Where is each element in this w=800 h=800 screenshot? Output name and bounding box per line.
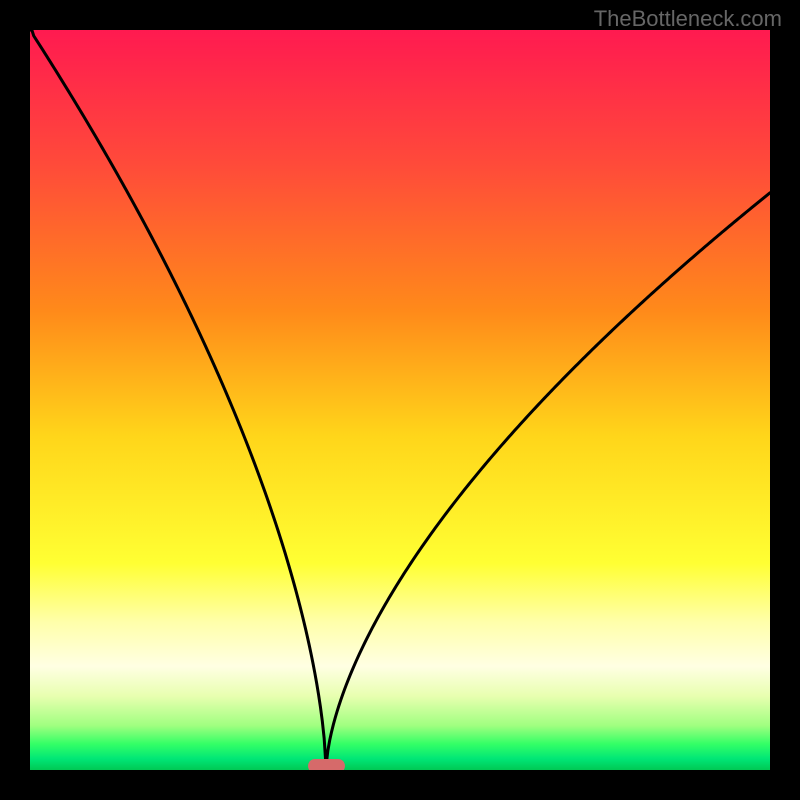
plot-area [30,30,770,770]
watermark-text: TheBottleneck.com [594,6,782,32]
gradient-background [30,30,770,770]
chart-frame: TheBottleneck.com [0,0,800,800]
minimum-marker [308,759,345,770]
gradient-rect [30,30,770,770]
